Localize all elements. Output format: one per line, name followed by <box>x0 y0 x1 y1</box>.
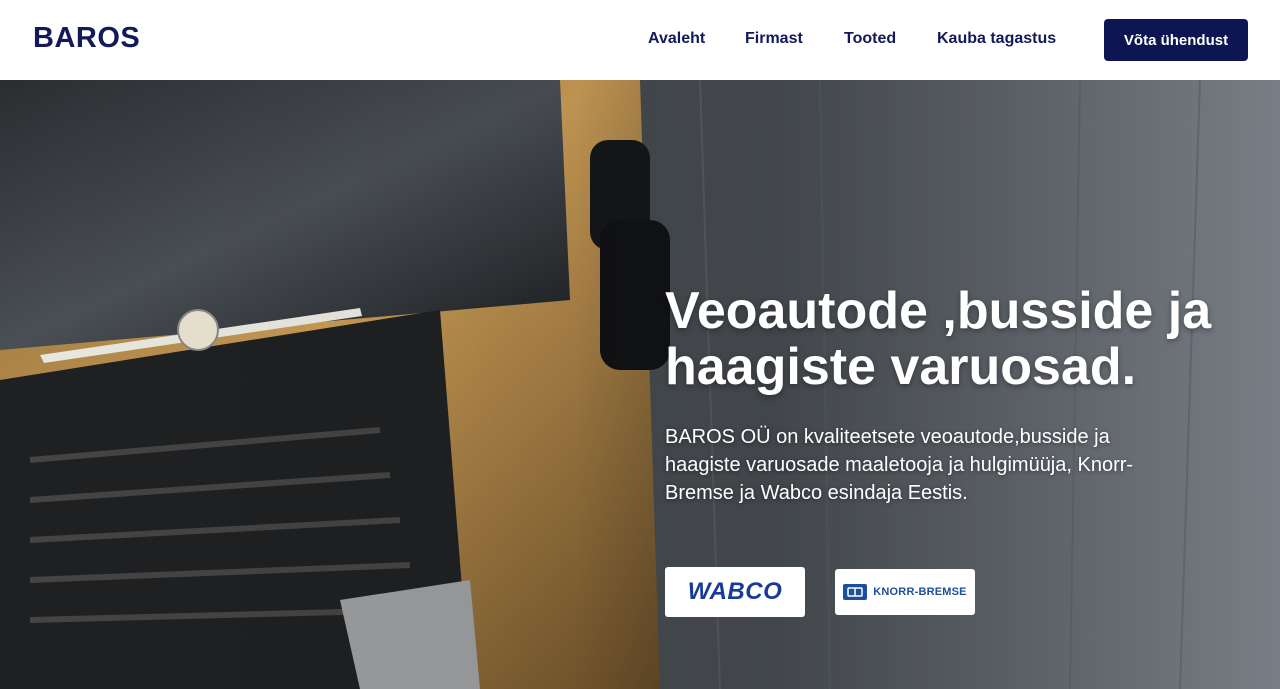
knorr-bremse-icon <box>843 584 868 600</box>
nav-avaleht[interactable]: Avaleht <box>648 30 705 48</box>
knorr-bremse-mark: KNORR-BREMSE <box>843 584 967 600</box>
nav-kauba-tagastus[interactable]: Kauba tagastus <box>937 30 1056 48</box>
hero-title: Veoautode ,busside ja haagiste varuosad. <box>665 282 1212 396</box>
nav-firmast[interactable]: Firmast <box>745 30 803 48</box>
contact-button[interactable]: Võta ühendust <box>1104 19 1248 61</box>
wabco-logo[interactable]: WABCO <box>665 567 805 617</box>
hero-description: BAROS OÜ on kvaliteetsete veoautode,buss… <box>665 426 1134 504</box>
site-header: BAROS Avaleht Firmast Tooted Kauba tagas… <box>0 0 1280 80</box>
knorr-bremse-logo-text: KNORR-BREMSE <box>873 586 967 598</box>
nav-tooted[interactable]: Tooted <box>844 30 896 48</box>
wabco-logo-text: WABCO <box>687 578 783 605</box>
hero-section: Veoautode ,busside ja haagiste varuosad.… <box>0 80 1280 689</box>
main-nav: Avaleht Firmast Tooted Kauba tagastus <box>0 0 1280 80</box>
knorr-bremse-logo[interactable]: KNORR-BREMSE <box>835 569 975 615</box>
